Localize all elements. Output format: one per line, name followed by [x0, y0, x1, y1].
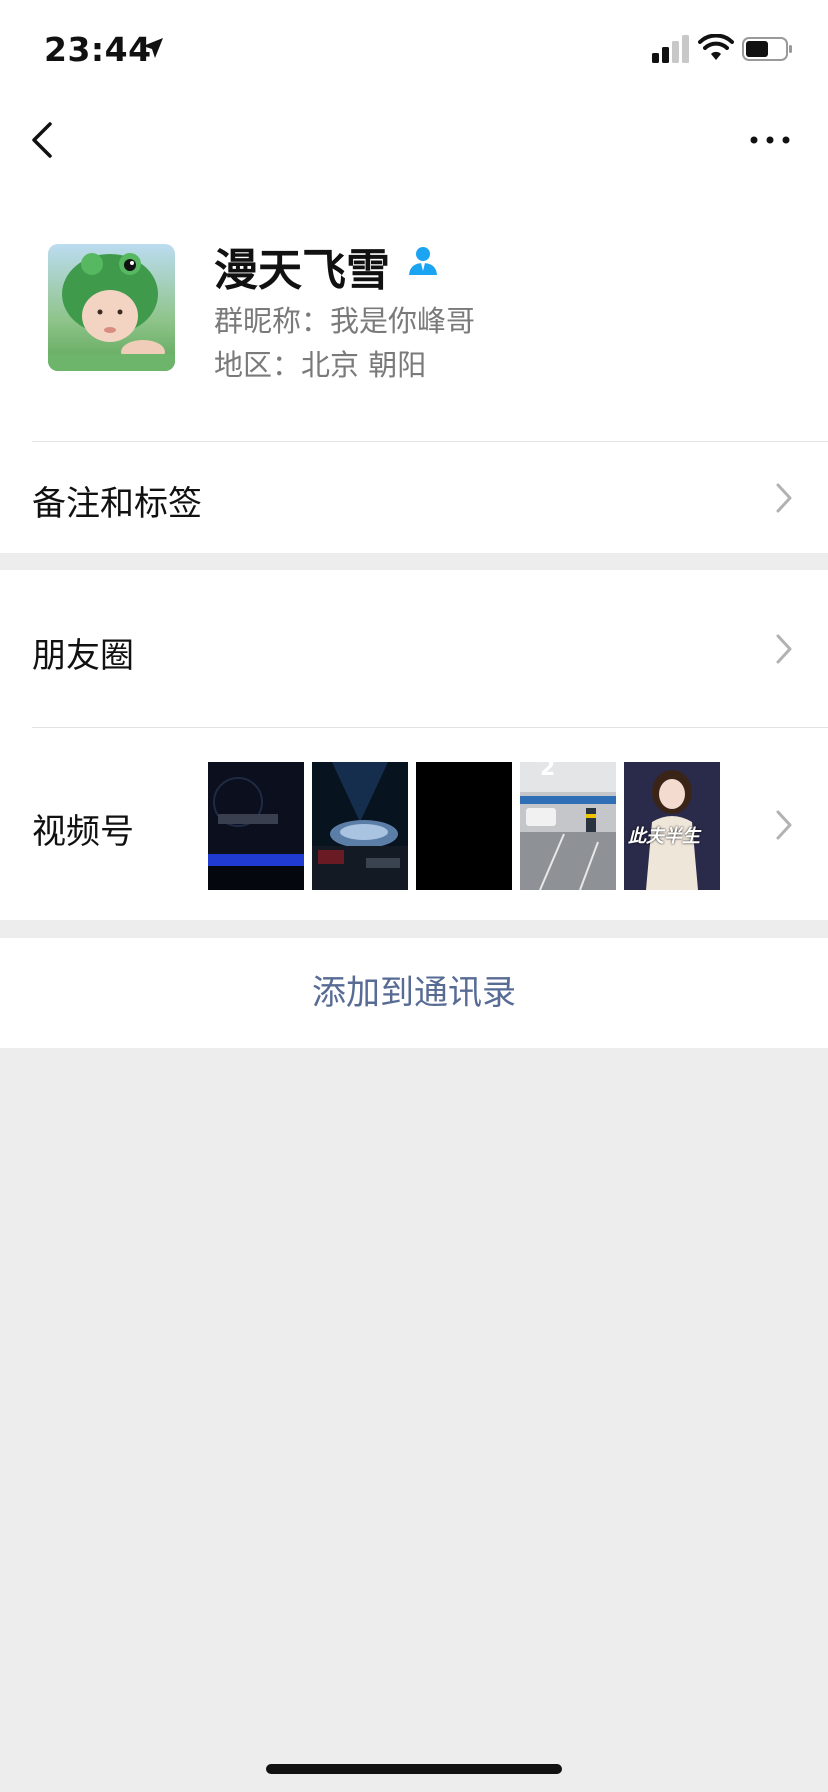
chevron-right-icon	[776, 634, 792, 664]
status-time: 23:44	[44, 30, 152, 69]
profile-header: 漫天飞雪 群昵称：我是你峰哥 地区：北京 朝阳	[0, 180, 828, 442]
thumbnail-caption: 此夫半生	[628, 826, 700, 847]
night-ferris-wheel-thumbnail[interactable]	[208, 762, 304, 890]
stage-concert-thumbnail[interactable]	[312, 762, 408, 890]
home-indicator[interactable]	[266, 1764, 562, 1774]
thumbnail-badge-label: 2	[540, 762, 556, 781]
location-arrow-icon	[143, 38, 163, 58]
chevron-right-icon	[776, 810, 792, 840]
add-to-contacts-cell: 添加到通讯录	[0, 938, 828, 1048]
battery-icon	[742, 37, 792, 61]
navigation-bar	[0, 100, 828, 180]
status-bar: 23:44	[0, 0, 828, 100]
add-to-contacts-button[interactable]: 添加到通讯录	[0, 938, 828, 1048]
contact-profile-page: 23:44 漫天飞雪 群昵称：我是你峰哥 地区：北京 朝阳 备注和标签 朋友圈 …	[0, 0, 828, 1792]
group-nickname: 群昵称：我是你峰哥	[214, 304, 476, 338]
channels-cell[interactable]: 视频号 2 此夫半生	[0, 728, 828, 920]
moments-cell[interactable]: 朋友圈	[0, 570, 828, 728]
singer-woman-thumbnail[interactable]: 此夫半生	[624, 762, 720, 890]
black-video-thumbnail[interactable]	[416, 762, 512, 890]
more-options-icon[interactable]	[748, 126, 792, 154]
channels-label: 视频号	[32, 812, 134, 852]
parking-garage-thumbnail[interactable]: 2	[520, 762, 616, 890]
remarks-and-tags-cell[interactable]: 备注和标签	[0, 442, 828, 553]
contact-name: 漫天飞雪	[214, 245, 390, 296]
moments-label: 朋友圈	[32, 636, 134, 676]
region: 地区：北京 朝阳	[214, 348, 427, 382]
avatar[interactable]	[48, 244, 175, 371]
remarks-and-tags-label: 备注和标签	[32, 484, 202, 524]
person-icon	[409, 247, 437, 275]
wifi-icon	[698, 34, 734, 60]
cellular-signal-icon	[652, 35, 689, 63]
channels-thumbnails: 2 此夫半生	[208, 762, 728, 890]
back-arrow-icon[interactable]	[28, 118, 58, 162]
chevron-right-icon	[776, 483, 792, 513]
